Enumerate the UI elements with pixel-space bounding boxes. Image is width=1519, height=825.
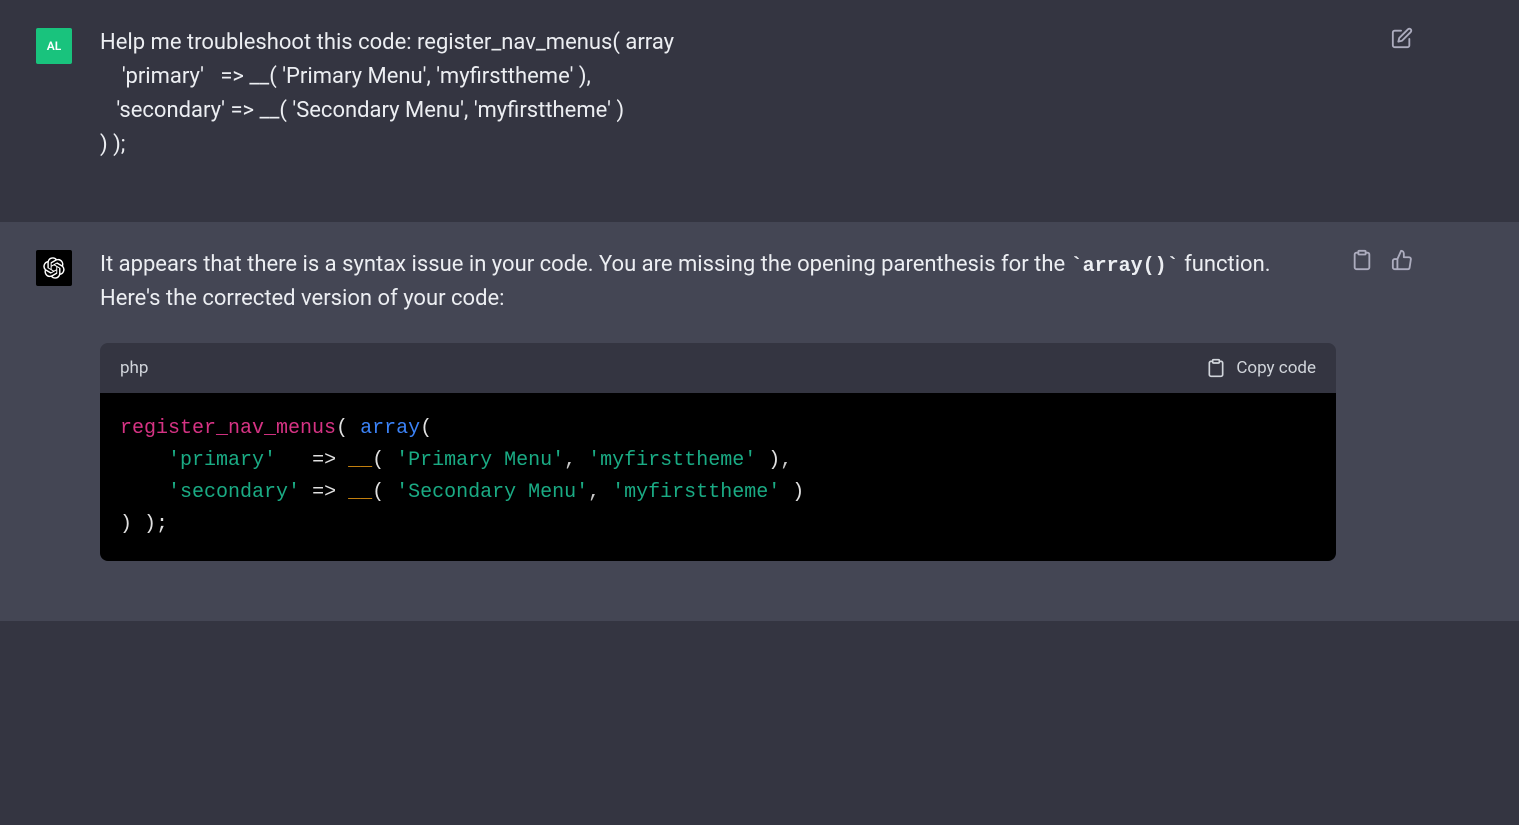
code-language-label: php xyxy=(120,355,148,381)
edit-icon xyxy=(1391,27,1413,49)
user-avatar-label: AL xyxy=(47,39,62,53)
code-block: php Copy code register_nav_menus( array(… xyxy=(100,343,1336,561)
code-block-header: php Copy code xyxy=(100,343,1336,393)
user-message: AL Help me troubleshoot this code: regis… xyxy=(0,0,1519,222)
code-body: register_nav_menus( array( 'primary' => … xyxy=(100,393,1336,561)
clipboard-icon xyxy=(1206,358,1226,378)
copy-response-button[interactable] xyxy=(1348,246,1376,274)
thumbs-up-button[interactable] xyxy=(1388,246,1416,274)
assistant-avatar xyxy=(36,250,72,286)
edit-button[interactable] xyxy=(1388,24,1416,52)
user-avatar: AL xyxy=(36,28,72,64)
thumbs-up-icon xyxy=(1391,249,1413,271)
assistant-message-text: It appears that there is a syntax issue … xyxy=(100,248,1336,316)
user-message-text: Help me troubleshoot this code: register… xyxy=(100,26,1336,162)
clipboard-icon xyxy=(1351,249,1373,271)
assistant-message: It appears that there is a syntax issue … xyxy=(0,222,1519,621)
copy-code-label: Copy code xyxy=(1236,355,1316,381)
copy-code-button[interactable]: Copy code xyxy=(1206,355,1316,381)
openai-logo-icon xyxy=(43,257,65,279)
inline-code: `array()` xyxy=(1071,255,1179,278)
